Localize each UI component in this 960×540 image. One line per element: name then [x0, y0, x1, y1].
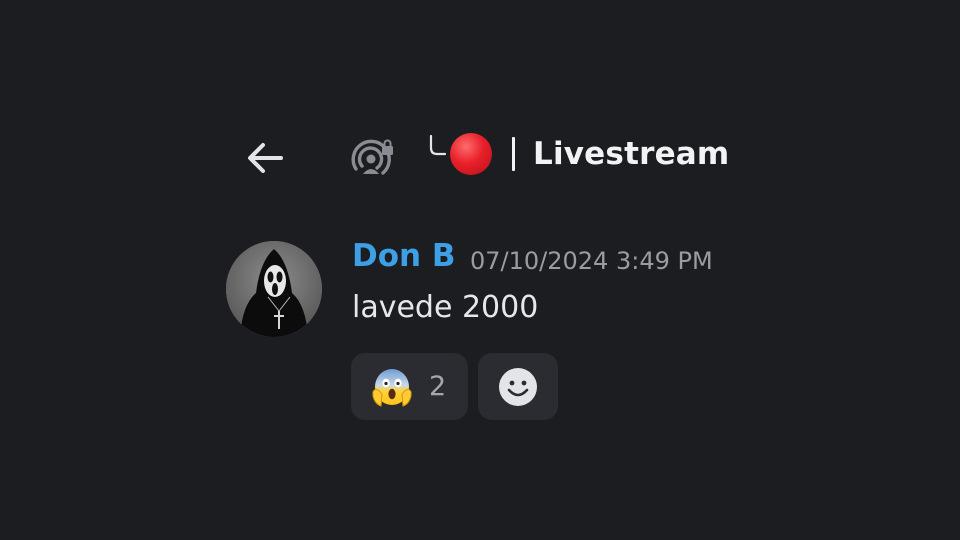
title-separator	[512, 137, 515, 171]
ghostface-avatar-image	[226, 241, 322, 337]
arrow-left-icon	[248, 143, 283, 173]
avatar[interactable]	[226, 241, 322, 337]
stage-channel-locked-icon	[351, 139, 393, 175]
red-circle-emoji	[450, 133, 492, 175]
add-reaction-button[interactable]	[478, 353, 558, 420]
channel-name: Livestream	[533, 136, 730, 172]
smiley-add-reaction-icon	[499, 367, 537, 406]
chat-screen: Livestream Don B 07/10/2024 3:49 PM lave…	[0, 0, 960, 540]
reaction-pill[interactable]: 2	[351, 353, 468, 420]
back-button[interactable]	[243, 136, 287, 180]
thread-hook-icon	[429, 135, 446, 156]
face-screaming-in-fear-icon	[372, 368, 412, 407]
reaction-count: 2	[429, 371, 447, 402]
channel-title: Livestream	[428, 128, 729, 180]
message-author[interactable]: Don B	[352, 238, 456, 274]
message-content: lavede 2000	[352, 290, 539, 325]
message-timestamp: 07/10/2024 3:49 PM	[470, 247, 713, 275]
